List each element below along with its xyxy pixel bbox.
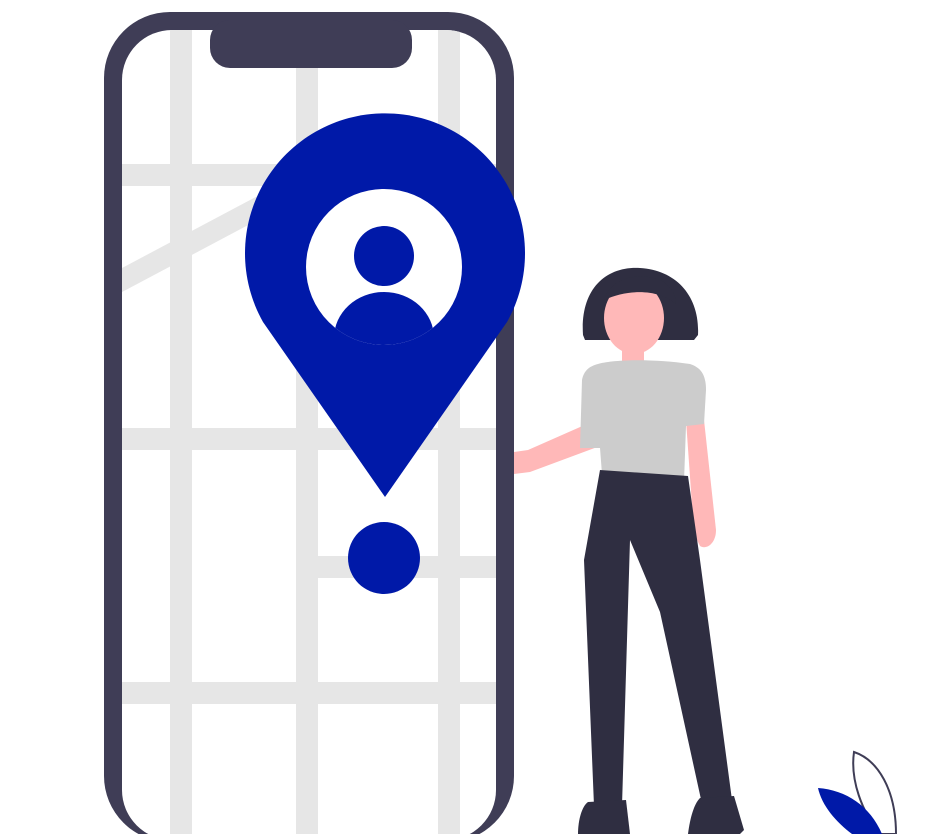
woman-figure [514, 267, 744, 834]
illustration-canvas [0, 0, 933, 834]
map-road [122, 428, 496, 450]
plant-leaves [818, 750, 898, 834]
shirt [580, 360, 706, 482]
shoe-right [688, 796, 744, 834]
map-road [122, 682, 496, 704]
phone-notch [210, 20, 412, 68]
location-illustration [104, 12, 898, 834]
shoe-left [578, 800, 630, 834]
avatar-head [354, 226, 414, 286]
pin-dot [348, 522, 420, 594]
